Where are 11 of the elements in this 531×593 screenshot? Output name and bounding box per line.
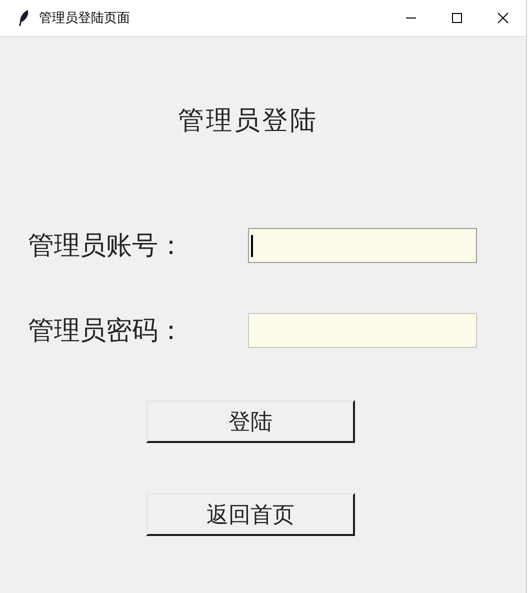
page-heading: 管理员登陆 — [178, 105, 319, 137]
maximize-icon — [451, 12, 463, 24]
back-button[interactable]: 返回首页 — [146, 493, 355, 536]
input-field[interactable] — [248, 313, 477, 348]
field-label: 管理员密码： — [28, 315, 185, 347]
close-icon — [497, 12, 509, 24]
feather-icon — [17, 9, 31, 27]
field-label: 管理员账号： — [28, 230, 185, 262]
login-button[interactable]: 登陆 — [146, 400, 355, 443]
input-field[interactable] — [248, 228, 477, 263]
window-title: 管理员登陆页面 — [39, 10, 131, 27]
